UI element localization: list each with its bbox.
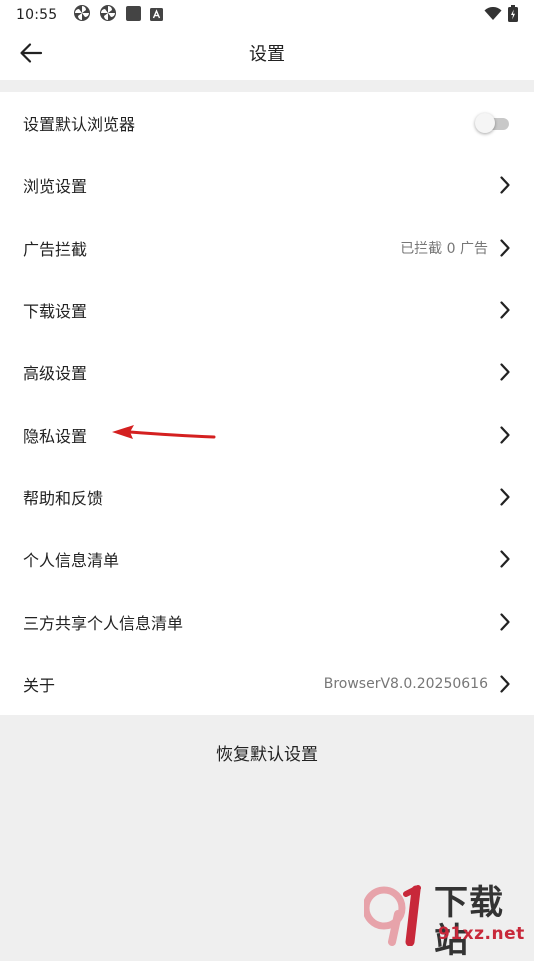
setting-control — [498, 425, 512, 445]
app-version: BrowserV8.0.20250616 — [323, 675, 488, 692]
wifi-icon — [484, 6, 502, 25]
chevron-right-icon — [498, 425, 512, 445]
setting-label: 帮助和反馈 — [23, 488, 104, 508]
chevron-right-icon — [498, 549, 512, 569]
setting-control — [498, 612, 512, 632]
chevron-right-icon — [498, 238, 512, 258]
setting-download[interactable]: 下载设置 — [0, 279, 534, 341]
arrow-left-icon — [19, 42, 43, 68]
a-badge-icon — [150, 6, 164, 25]
ad-block-count: 已拦截 0 广告 — [400, 240, 488, 257]
setting-label: 高级设置 — [23, 364, 88, 384]
pinwheel-icon — [73, 4, 91, 26]
setting-control — [498, 487, 512, 507]
chevron-right-icon — [498, 674, 512, 694]
setting-label: 设置默认浏览器 — [23, 115, 136, 135]
toggle-thumb — [475, 113, 495, 134]
setting-control: BrowserV8.0.20250616 — [324, 674, 512, 694]
app-bar: 设置 — [0, 30, 534, 80]
chevron-right-icon — [498, 175, 512, 195]
setting-personal-info-list[interactable]: 个人信息清单 — [0, 528, 534, 590]
annotation-arrow-icon — [112, 425, 216, 439]
restore-defaults-button[interactable]: 恢复默认设置 — [0, 716, 534, 788]
setting-help-feedback[interactable]: 帮助和反馈 — [0, 466, 534, 528]
default-browser-toggle[interactable] — [475, 112, 513, 134]
site-watermark: 下载站 91xz.net — [362, 884, 530, 960]
setting-privacy[interactable]: 隐私设置 — [0, 403, 534, 465]
setting-control — [498, 362, 512, 382]
status-system-icons — [484, 4, 518, 26]
watermark-url: 91xz.net — [438, 924, 525, 944]
chevron-right-icon — [498, 300, 512, 320]
setting-control — [498, 300, 512, 320]
setting-label: 广告拦截 — [23, 239, 88, 259]
header-divider — [0, 80, 534, 92]
setting-browse[interactable]: 浏览设置 — [0, 154, 534, 216]
chevron-right-icon — [498, 362, 512, 382]
setting-control — [475, 112, 512, 134]
setting-label: 三方共享个人信息清单 — [23, 613, 184, 633]
watermark-logo-icon — [362, 885, 421, 947]
setting-control — [498, 175, 512, 195]
setting-about[interactable]: 关于 BrowserV8.0.20250616 — [0, 653, 534, 715]
status-notification-icons — [73, 4, 164, 26]
setting-label: 下载设置 — [23, 302, 88, 322]
status-bar: 10:55 — [0, 0, 534, 30]
setting-label: 个人信息清单 — [23, 551, 120, 571]
square-icon — [125, 5, 142, 26]
settings-list: 设置默认浏览器 浏览设置 广告拦截 已拦截 0 广告 下载设置 高级设置 隐私设… — [0, 92, 534, 715]
setting-third-party-sharing[interactable]: 三方共享个人信息清单 — [0, 590, 534, 652]
setting-default-browser[interactable]: 设置默认浏览器 — [0, 92, 534, 154]
setting-label: 关于 — [23, 675, 56, 695]
setting-control — [498, 549, 512, 569]
setting-advanced[interactable]: 高级设置 — [0, 341, 534, 403]
setting-label: 隐私设置 — [23, 426, 88, 446]
page-title: 设置 — [249, 44, 285, 65]
setting-control: 已拦截 0 广告 — [400, 238, 512, 258]
watermark-brand: 下载站 — [434, 883, 504, 961]
pinwheel-icon — [99, 4, 117, 26]
status-time: 10:55 — [16, 7, 58, 23]
back-button[interactable] — [16, 42, 46, 68]
setting-label: 浏览设置 — [23, 177, 88, 197]
setting-ad-block[interactable]: 广告拦截 已拦截 0 广告 — [0, 217, 534, 279]
battery-charging-icon — [508, 4, 518, 26]
chevron-right-icon — [498, 487, 512, 507]
chevron-right-icon — [498, 612, 512, 632]
